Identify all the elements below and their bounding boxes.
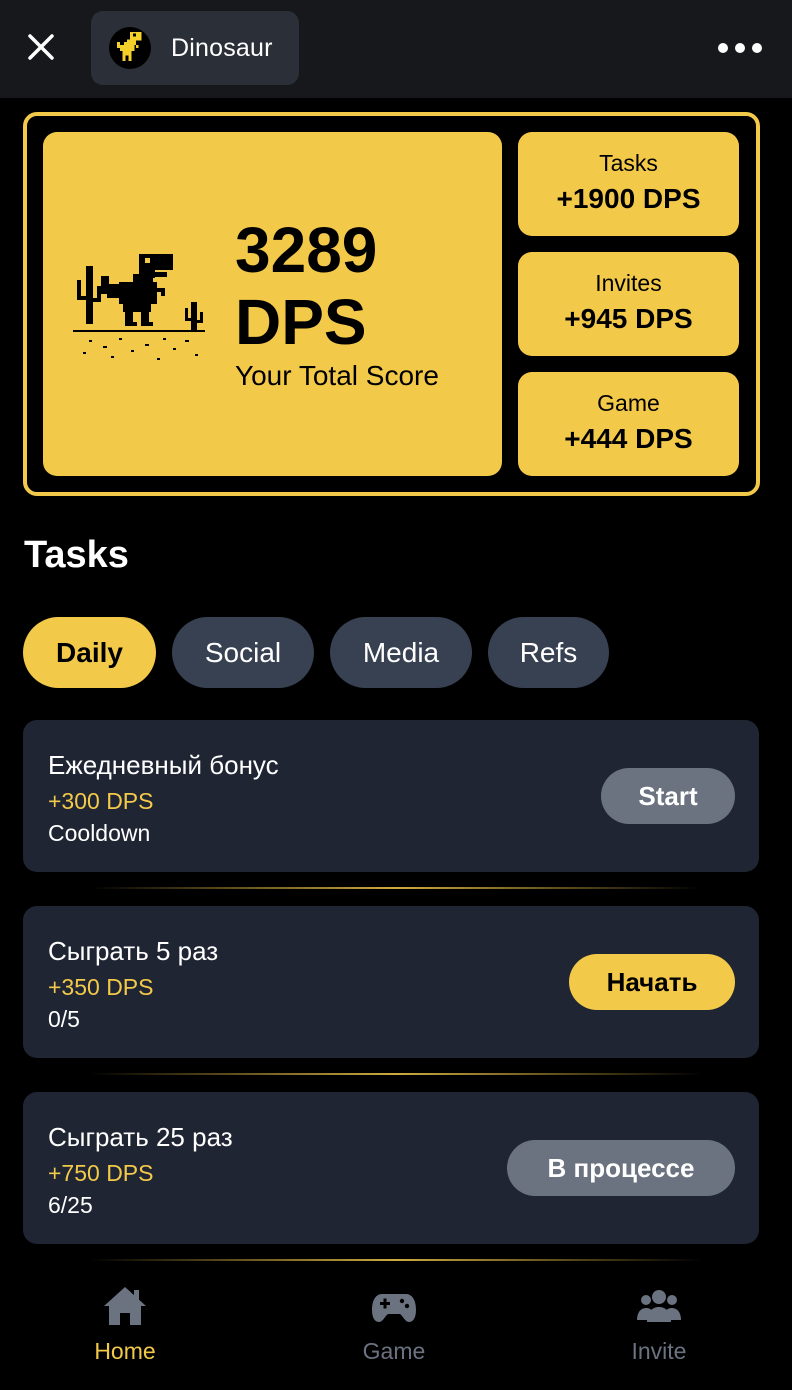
total-score-unit: DPS <box>235 286 367 358</box>
stat-value: +1900 DPS <box>556 183 701 214</box>
total-score-card: 3289 DPS Your Total Score <box>43 132 502 476</box>
task-card-play-25: Сыграть 25 раз +750 DPS 6/25 В процессе <box>23 1092 759 1244</box>
stat-label: Tasks <box>599 150 658 176</box>
task-status: 0/5 <box>48 1006 80 1032</box>
close-icon[interactable] <box>22 28 60 66</box>
nav-item-game[interactable]: Game <box>324 1284 464 1365</box>
task-status: 6/25 <box>48 1192 93 1218</box>
task-title: Ежедневный бонус <box>48 750 279 780</box>
nav-label: Home <box>94 1338 156 1364</box>
nav-label: Invite <box>631 1338 687 1364</box>
dinosaur-illustration-icon <box>73 254 205 360</box>
divider <box>90 1073 702 1075</box>
tab-media[interactable]: Media <box>330 617 472 688</box>
task-title: Сыграть 25 раз <box>48 1122 233 1152</box>
total-score-value: 3289 <box>235 214 378 286</box>
home-icon <box>104 1287 146 1325</box>
top-bar: Dinosaur <box>0 0 792 98</box>
task-status: Cooldown <box>48 820 151 846</box>
stat-value: +444 DPS <box>564 423 693 454</box>
task-title: Сыграть 5 раз <box>48 936 219 966</box>
task-reward: +300 DPS <box>48 788 154 814</box>
stat-value: +945 DPS <box>564 303 693 334</box>
stat-label: Game <box>597 390 660 416</box>
task-card-daily-bonus: Ежедневный бонус +300 DPS Cooldown Start <box>23 720 759 872</box>
in-progress-button[interactable]: В процессе <box>507 1140 735 1196</box>
divider <box>90 1259 702 1261</box>
task-tabs: Daily Social Media Refs <box>23 617 609 688</box>
task-reward: +350 DPS <box>48 974 154 1000</box>
tasks-title: Tasks <box>24 534 129 576</box>
app-chip[interactable]: Dinosaur <box>91 11 299 85</box>
nav-item-home[interactable]: Home <box>55 1284 195 1365</box>
start-button[interactable]: Start <box>601 768 735 824</box>
task-reward: +750 DPS <box>48 1160 154 1186</box>
stat-card-tasks: Tasks +1900 DPS <box>518 132 739 236</box>
divider <box>90 887 702 889</box>
gamepad-icon <box>372 1294 416 1322</box>
stat-label: Invites <box>595 270 662 296</box>
dinosaur-avatar-icon <box>109 27 151 69</box>
more-horizontal-icon[interactable] <box>718 38 762 58</box>
stat-card-invites: Invites +945 DPS <box>518 252 739 356</box>
task-card-play-5: Сыграть 5 раз +350 DPS 0/5 Начать <box>23 906 759 1058</box>
score-panel: 3289 DPS Your Total Score Tasks +1900 DP… <box>23 112 760 496</box>
nav-item-invite[interactable]: Invite <box>589 1284 729 1365</box>
begin-button[interactable]: Начать <box>569 954 735 1010</box>
tab-daily[interactable]: Daily <box>23 617 156 688</box>
nav-label: Game <box>362 1338 426 1364</box>
stat-card-game: Game +444 DPS <box>518 372 739 476</box>
tab-refs[interactable]: Refs <box>488 617 609 688</box>
app-name: Dinosaur <box>171 33 273 62</box>
bottom-nav: Home Game Invite <box>0 1270 792 1390</box>
tab-social[interactable]: Social <box>172 617 314 688</box>
total-score-caption: Your Total Score <box>235 360 439 391</box>
users-icon <box>637 1290 681 1322</box>
